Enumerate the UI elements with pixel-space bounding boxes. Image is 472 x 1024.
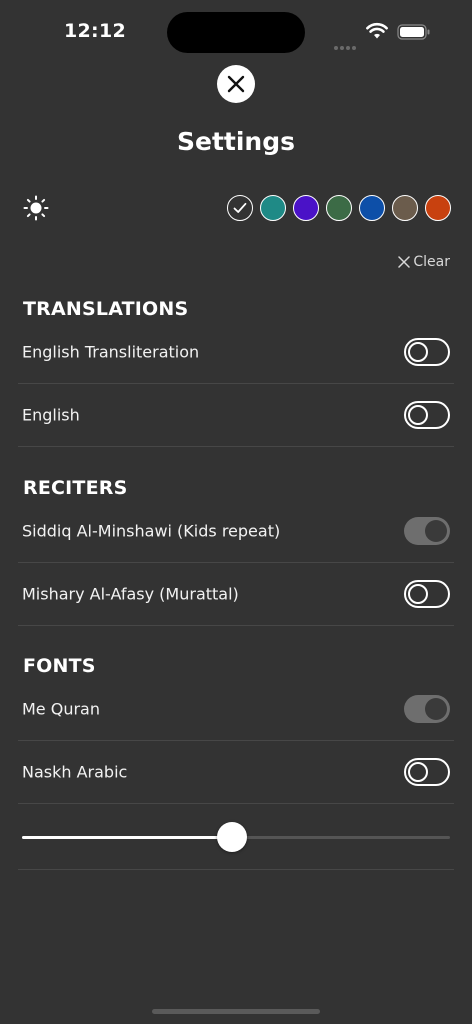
cellular-signal-icon [334,35,358,54]
setting-row-naskh-arabic: Naskh Arabic [18,741,454,804]
theme-swatch-5[interactable] [359,195,385,221]
checkmark-icon [233,202,247,213]
theme-color-swatches [227,195,451,221]
me-quran-toggle[interactable] [404,695,450,723]
close-icon [398,256,411,268]
setting-label: English [22,405,80,425]
status-time: 12:12 [64,20,126,42]
slider-fill [22,836,232,839]
settings-screen: 12:12 Settings Clear TRANSLATIONS Englis… [0,0,472,1024]
theme-swatch-1[interactable] [227,195,253,221]
battery-icon [397,24,430,40]
theme-swatch-7[interactable] [425,195,451,221]
theme-swatch-4[interactable] [326,195,352,221]
slider-thumb[interactable] [216,822,247,852]
siddiq-al-minshawi-toggle[interactable] [404,517,450,545]
dynamic-island [167,12,305,53]
setting-row-me-quran: Me Quran [18,678,454,741]
setting-label: Naskh Arabic [22,762,128,782]
theme-swatch-3[interactable] [293,195,319,221]
home-indicator [152,1009,320,1014]
setting-row-mishary-al-afasy: Mishary Al-Afasy (Murattal) [18,563,454,626]
wifi-icon [366,22,388,39]
naskh-arabic-toggle[interactable] [404,758,450,786]
setting-label: English Transliteration [22,342,200,362]
theme-swatch-6[interactable] [392,195,418,221]
theme-swatch-2[interactable] [260,195,286,221]
page-title: Settings [176,127,295,156]
clear-label: Clear [413,254,450,270]
english-toggle[interactable] [404,401,450,429]
setting-row-english-transliteration: English Transliteration [18,321,454,384]
setting-label: Me Quran [22,699,100,719]
sun-icon[interactable] [23,195,49,221]
close-icon [227,75,245,93]
section-title-reciters: RECITERS [23,477,128,499]
close-button[interactable] [217,65,255,103]
clear-button[interactable]: Clear [398,254,450,270]
mishary-al-afasy-toggle[interactable] [404,580,450,608]
font-size-slider-row [18,803,454,870]
english-transliteration-toggle[interactable] [404,338,450,366]
font-size-slider[interactable] [22,822,450,852]
setting-row-english: English [18,384,454,447]
section-title-fonts: FONTS [23,655,96,677]
setting-row-siddiq-al-minshawi: Siddiq Al-Minshawi (Kids repeat) [18,500,454,563]
setting-label: Mishary Al-Afasy (Murattal) [22,584,239,604]
section-title-translations: TRANSLATIONS [23,298,189,320]
setting-label: Siddiq Al-Minshawi (Kids repeat) [22,521,281,541]
